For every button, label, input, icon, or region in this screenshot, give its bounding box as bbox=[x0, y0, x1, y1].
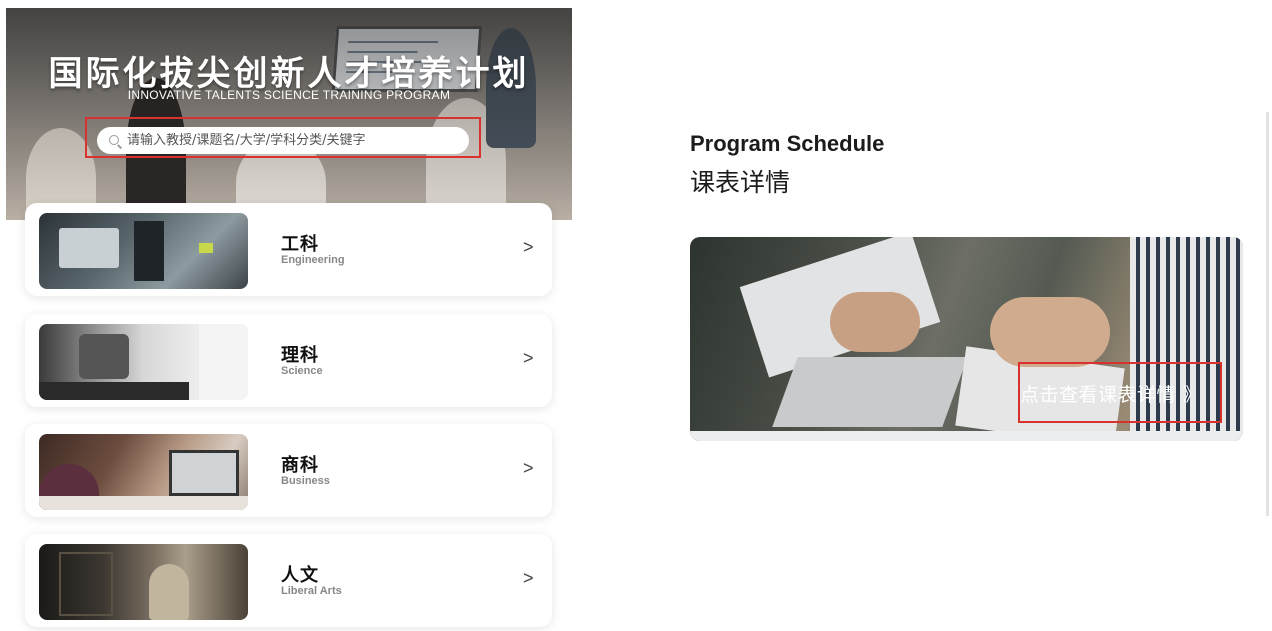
search-bar[interactable] bbox=[97, 127, 469, 154]
cta-highlight-frame bbox=[1018, 362, 1222, 423]
category-name: 商科 bbox=[281, 455, 319, 476]
chevron-right-icon[interactable]: > bbox=[523, 237, 534, 258]
chevron-right-icon[interactable]: > bbox=[523, 568, 534, 589]
category-en-name: Liberal Arts bbox=[281, 585, 342, 597]
category-name: 人文 bbox=[281, 565, 319, 586]
science-image bbox=[39, 324, 248, 400]
schedule-subtitle: 课表详情 bbox=[690, 168, 791, 197]
category-card-engineering[interactable]: 工科 Engineering > bbox=[25, 203, 552, 296]
search-input[interactable] bbox=[127, 133, 447, 148]
category-name: 理科 bbox=[281, 345, 319, 366]
chevron-right-icon[interactable]: > bbox=[523, 348, 534, 369]
category-en-name: Engineering bbox=[281, 254, 345, 266]
category-card-liberal-arts[interactable]: 人文 Liberal Arts > bbox=[25, 534, 552, 627]
category-en-name: Science bbox=[281, 365, 323, 377]
chevron-right-icon[interactable]: > bbox=[523, 458, 534, 479]
schedule-title: Program Schedule bbox=[690, 131, 885, 156]
search-icon bbox=[109, 134, 121, 147]
category-name: 工科 bbox=[281, 234, 319, 255]
divider bbox=[1266, 112, 1269, 516]
category-card-business[interactable]: 商科 Business > bbox=[25, 424, 552, 517]
category-en-name: Business bbox=[281, 475, 330, 487]
liberal-arts-image bbox=[39, 544, 248, 620]
hero-subtitle: INNOVATIVE TALENTS SCIENCE TRAINING PROG… bbox=[127, 88, 451, 102]
business-image bbox=[39, 434, 248, 510]
category-card-science[interactable]: 理科 Science > bbox=[25, 314, 552, 407]
hero-banner: 国际化拔尖创新人才培养计划 INNOVATIVE TALENTS SCIENCE… bbox=[6, 8, 572, 220]
engineering-image bbox=[39, 213, 248, 289]
